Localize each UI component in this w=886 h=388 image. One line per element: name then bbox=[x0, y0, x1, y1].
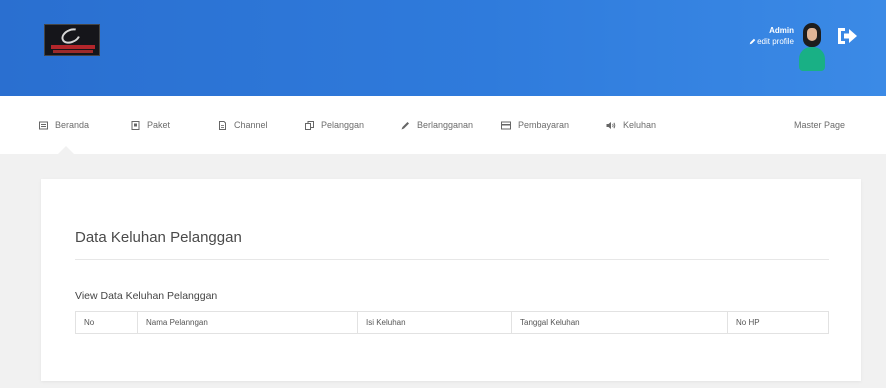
nav-item-berlangganan[interactable]: Berlangganan bbox=[401, 120, 473, 130]
logo-text-mark bbox=[53, 50, 93, 53]
logout-icon[interactable] bbox=[836, 26, 858, 46]
app-header: Admin edit profile bbox=[0, 0, 886, 96]
credit-card-icon bbox=[501, 121, 511, 129]
column-header-tanggal-keluhan[interactable]: Tanggal Keluhan bbox=[511, 311, 728, 334]
user-info: Admin edit profile bbox=[749, 26, 794, 47]
pencil-icon bbox=[749, 38, 756, 45]
nav-label-beranda: Beranda bbox=[55, 120, 90, 130]
column-header-nama-pelanggan[interactable]: Nama Pelanngan bbox=[137, 311, 358, 334]
nav-label-keluhan: Keluhan bbox=[623, 120, 657, 130]
content-card: Data Keluhan Pelanggan View Data Keluhan… bbox=[41, 179, 861, 381]
brand-logo[interactable] bbox=[44, 24, 100, 56]
logo-red-band bbox=[51, 45, 95, 49]
nav-label-pelanggan: Pelanggan bbox=[321, 120, 365, 130]
nav-item-pembayaran[interactable]: Pembayaran bbox=[501, 120, 569, 130]
title-divider bbox=[75, 259, 829, 260]
user-name: Admin bbox=[769, 26, 794, 35]
nav-label-paket: Paket bbox=[147, 120, 171, 130]
nav-item-keluhan[interactable]: Keluhan bbox=[606, 120, 656, 130]
column-header-no[interactable]: No bbox=[75, 311, 138, 334]
active-nav-caret bbox=[58, 146, 74, 154]
nav-item-channel[interactable]: Channel bbox=[218, 120, 268, 130]
nav-item-pelanggan[interactable]: Pelanggan bbox=[305, 120, 364, 130]
avatar[interactable] bbox=[797, 23, 827, 71]
master-page-link[interactable]: Master Page bbox=[794, 120, 845, 130]
volume-icon bbox=[606, 121, 616, 129]
nav-label-pembayaran: Pembayaran bbox=[518, 120, 570, 130]
avatar-body bbox=[799, 47, 825, 71]
nav-label-channel: Channel bbox=[234, 120, 268, 130]
page-title: Data Keluhan Pelanggan bbox=[75, 229, 242, 246]
table-title: View Data Keluhan Pelanggan bbox=[75, 290, 218, 302]
copy-icon bbox=[305, 120, 314, 130]
nav-item-paket[interactable]: Paket bbox=[131, 120, 170, 130]
logo-swoosh bbox=[58, 25, 84, 47]
table-header-row: No Nama Pelanngan Isi Keluhan Tanggal Ke… bbox=[75, 311, 829, 334]
pencil-icon bbox=[401, 121, 409, 129]
document-icon bbox=[219, 120, 226, 130]
edit-profile-label: edit profile bbox=[757, 37, 794, 46]
nav-label-berlangganan: Berlangganan bbox=[417, 120, 474, 130]
edit-profile-link[interactable]: edit profile bbox=[749, 36, 794, 47]
package-icon bbox=[131, 120, 140, 130]
column-header-isi-keluhan[interactable]: Isi Keluhan bbox=[357, 311, 512, 334]
column-header-no-hp[interactable]: No HP bbox=[727, 311, 829, 334]
main-nav: Beranda Paket Channel Pelanggan Berlangg… bbox=[0, 96, 886, 154]
complaints-table: No Nama Pelanngan Isi Keluhan Tanggal Ke… bbox=[75, 311, 829, 334]
avatar-face bbox=[807, 28, 817, 41]
nav-item-beranda[interactable]: Beranda bbox=[39, 120, 89, 130]
list-icon bbox=[39, 121, 48, 129]
